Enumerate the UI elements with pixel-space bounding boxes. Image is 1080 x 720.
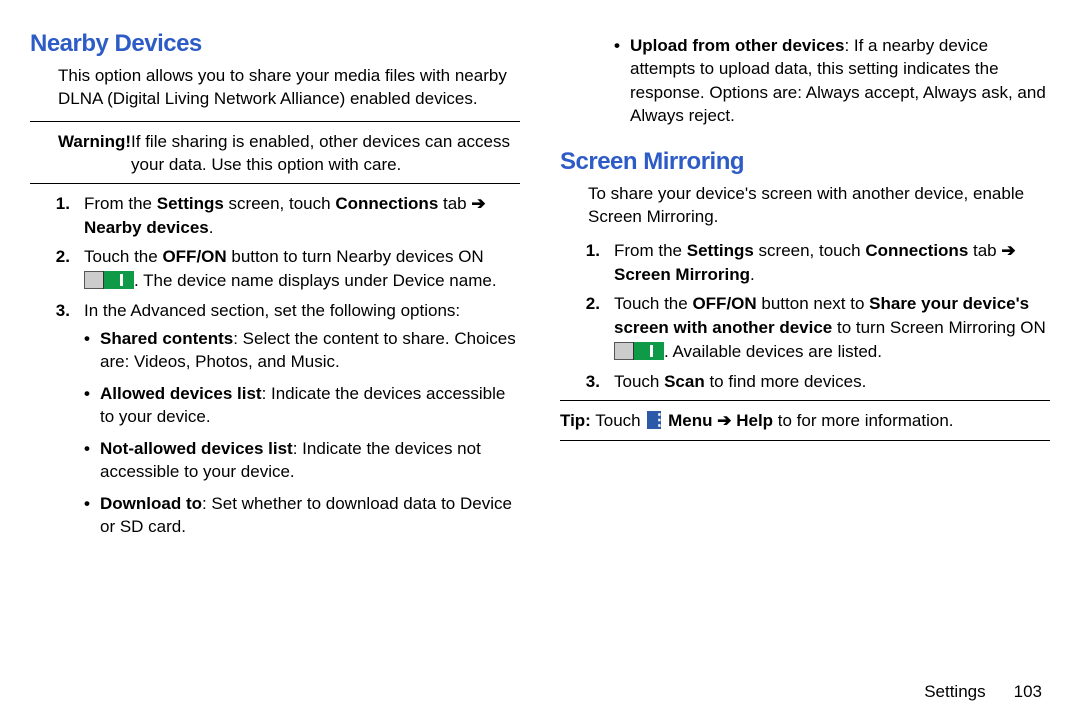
bullet-list-continued: Upload from other devices: If a nearby d…	[614, 34, 1050, 128]
left-column: Nearby Devices This option allows you to…	[30, 30, 520, 552]
footer-page-number: 103	[1014, 682, 1042, 701]
intro-text: This option allows you to share your med…	[30, 64, 520, 111]
warning-block: Warning! If file sharing is enabled, oth…	[30, 130, 520, 177]
tip-block: Tip: Touch Menu ➔ Help to for more infor…	[560, 409, 1050, 432]
tip-label: Tip:	[560, 411, 591, 430]
page-footer: Settings 103	[924, 682, 1042, 702]
steps-list: From the Settings screen, touch Connecti…	[30, 192, 520, 547]
heading-screen-mirroring: Screen Mirroring	[560, 148, 1050, 176]
divider	[30, 121, 520, 122]
bullet-shared-contents: Shared contents: Select the content to s…	[84, 327, 520, 374]
divider	[30, 183, 520, 184]
arrow-icon: ➔	[717, 411, 731, 430]
step-2: Touch the OFF/ON button next to Share yo…	[560, 292, 1050, 363]
toggle-on-icon	[84, 271, 134, 289]
warning-label: Warning!	[30, 130, 131, 153]
warning-text: If file sharing is enabled, other device…	[131, 130, 520, 177]
right-column: Upload from other devices: If a nearby d…	[560, 30, 1050, 552]
bullet-upload-from-other: Upload from other devices: If a nearby d…	[614, 34, 1050, 128]
bullet-download-to: Download to: Set whether to download dat…	[84, 492, 520, 539]
intro-text: To share your device's screen with anoth…	[560, 182, 1050, 229]
steps-list: From the Settings screen, touch Connecti…	[560, 239, 1050, 394]
arrow-icon: ➔	[1001, 241, 1015, 260]
document-page: Nearby Devices This option allows you to…	[0, 0, 1080, 720]
bullet-list: Shared contents: Select the content to s…	[84, 327, 520, 539]
arrow-icon: ➔	[471, 194, 485, 213]
bullet-not-allowed-devices: Not-allowed devices list: Indicate the d…	[84, 437, 520, 484]
step-2: Touch the OFF/ON button to turn Nearby d…	[30, 245, 520, 293]
menu-icon	[647, 411, 661, 429]
step-3: In the Advanced section, set the followi…	[30, 299, 520, 546]
footer-section: Settings	[924, 682, 985, 701]
toggle-on-icon	[614, 342, 664, 360]
bullet-allowed-devices: Allowed devices list: Indicate the devic…	[84, 382, 520, 429]
step-3: Touch Scan to find more devices.	[560, 370, 1050, 394]
divider	[560, 440, 1050, 441]
step-1: From the Settings screen, touch Connecti…	[560, 239, 1050, 287]
heading-nearby-devices: Nearby Devices	[30, 30, 520, 58]
divider	[560, 400, 1050, 401]
step-1: From the Settings screen, touch Connecti…	[30, 192, 520, 240]
two-column-layout: Nearby Devices This option allows you to…	[30, 30, 1050, 552]
